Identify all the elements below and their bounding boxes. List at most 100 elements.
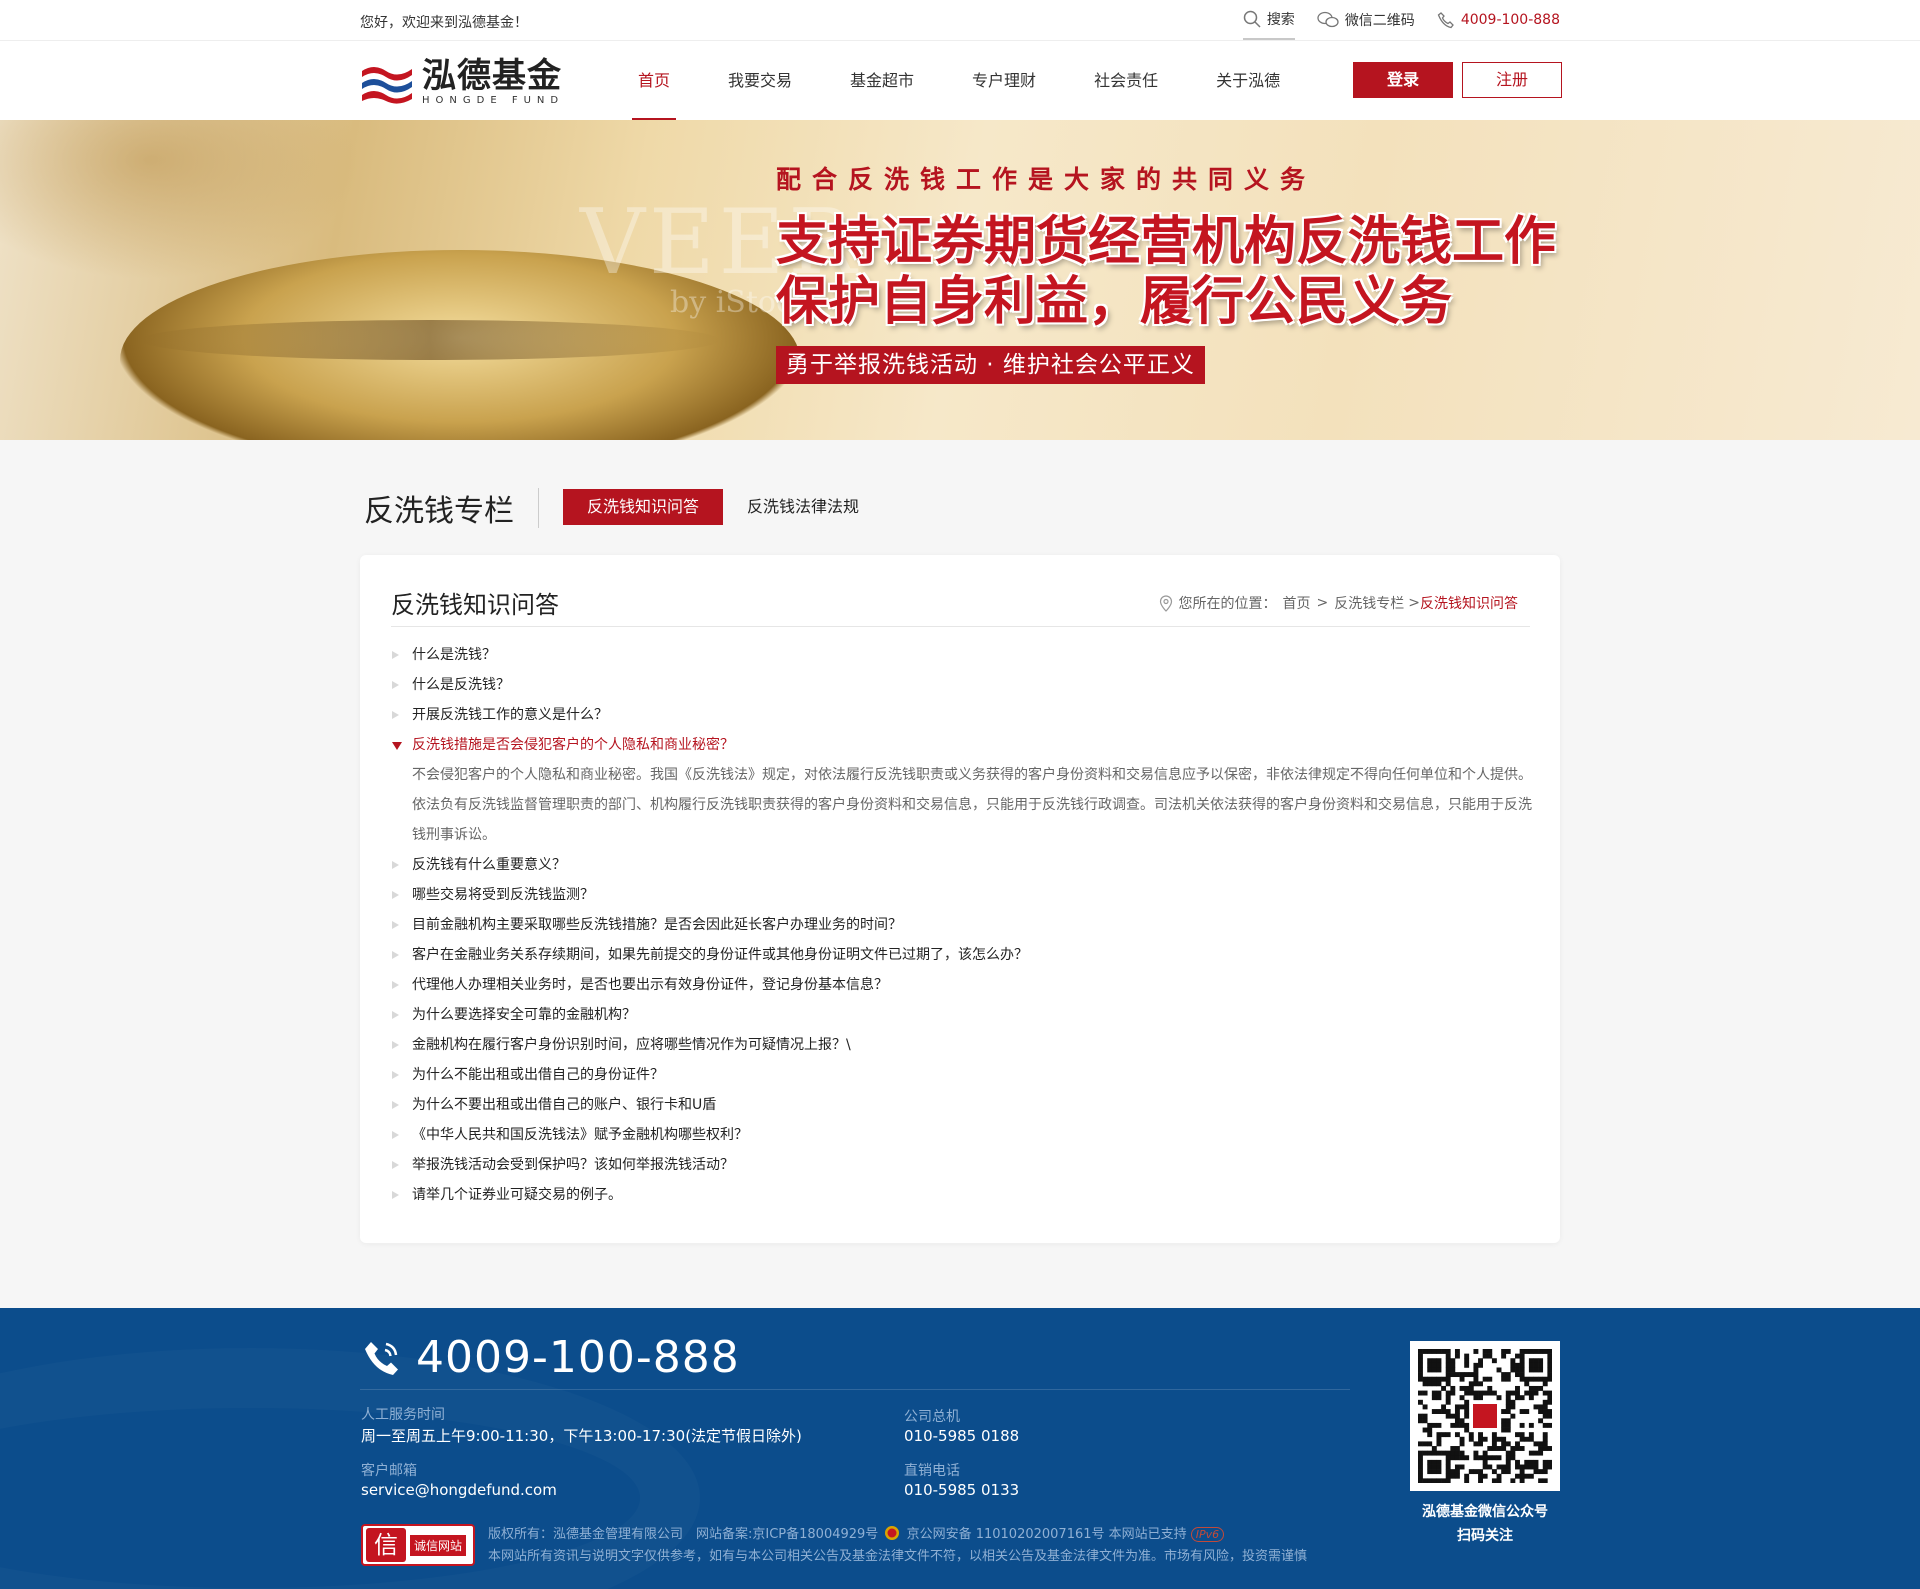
qa-question-text: 反洗钱措施是否会侵犯客户的个人隐私和商业秘密？ (412, 737, 734, 753)
email-address[interactable]: service@hongdefund.com (361, 1481, 557, 1499)
qa-question[interactable]: 代理他人办理相关业务时，是否也要出示有效身份证件，登记身份基本信息？ (392, 970, 1532, 1000)
logo-name: 泓德基金 (422, 56, 562, 96)
police-emblem-icon (885, 1526, 900, 1540)
footer-divider (360, 1389, 1350, 1390)
footer-hotline: 4009-100-888 (362, 1332, 740, 1383)
register-button[interactable]: 注册 (1462, 62, 1562, 98)
login-button[interactable]: 登录 (1353, 62, 1453, 98)
nav-trade[interactable]: 我要交易 (728, 41, 792, 121)
qa-question[interactable]: 为什么不能出租或出借自己的身份证件？ (392, 1060, 1532, 1090)
qa-question-text: 开展反洗钱工作的意义是什么？ (412, 707, 608, 723)
qr-caption-line2: 扫码关注 (1457, 1528, 1513, 1544)
qa-question[interactable]: 为什么要选择安全可靠的金融机构？ (392, 1000, 1532, 1030)
triangle-right-icon (392, 1071, 399, 1079)
qa-question[interactable]: 《中华人民共和国反洗钱法》赋予金融机构哪些权利？ (392, 1120, 1532, 1150)
trust-site-badge[interactable]: 信 诚信网站 (361, 1524, 475, 1566)
qa-question[interactable]: 哪些交易将受到反洗钱监测？ (392, 880, 1532, 910)
qa-question[interactable]: 什么是洗钱？ (392, 640, 1532, 670)
copyright-text: 版权所有：泓德基金管理有限公司 网站备案:京ICP备18004929号 (488, 1527, 879, 1542)
nav-fund-market[interactable]: 基金超市 (850, 41, 914, 121)
breadcrumb-sep-1: > (1316, 595, 1329, 611)
wechat-label: 微信二维码 (1344, 13, 1415, 29)
copyright-line: 版权所有：泓德基金管理有限公司 网站备案:京ICP备18004929号 京公网安… (488, 1524, 1307, 1546)
direct-phone-label: 直销电话 (904, 1463, 960, 1479)
qa-question-text: 目前金融机构主要采取哪些反洗钱措施？是否会因此延长客户办理业务的时间？ (412, 917, 902, 933)
search-icon (1243, 10, 1261, 28)
qa-question-text: 什么是反洗钱？ (412, 677, 510, 693)
triangle-down-icon (392, 742, 402, 750)
location-pin-icon (1159, 594, 1172, 612)
ipv6-badge: IPv6 (1190, 1527, 1225, 1542)
police-record: 京公网安备 11010202007161号 本网站已支持 (906, 1527, 1187, 1542)
section-divider (538, 488, 539, 528)
service-time-label: 人工服务时间 (361, 1407, 445, 1423)
qa-question[interactable]: 请举几个证券业可疑交易的例子。 (392, 1180, 1532, 1210)
qa-question[interactable]: 反洗钱有什么重要意义？ (392, 850, 1532, 880)
nav-home[interactable]: 首页 (631, 41, 677, 121)
qa-question[interactable]: 反洗钱措施是否会侵犯客户的个人隐私和商业秘密？ (392, 730, 1532, 760)
qa-question-text: 金融机构在履行客户身份识别时间，应将哪些情况作为可疑情况上报？\ (412, 1037, 851, 1053)
logo[interactable]: 泓德基金 HONGDE FUND (360, 59, 564, 106)
qa-question-text: 反洗钱有什么重要意义？ (412, 857, 566, 873)
card-divider (391, 626, 1530, 627)
breadcrumb-home[interactable]: 首页 (1283, 593, 1311, 613)
triangle-right-icon (392, 1101, 399, 1109)
hotline: 4009-100-888 (1437, 0, 1560, 40)
banner-headline-line1: 支持证券期货经营机构反洗钱工作 (776, 212, 1557, 272)
nav-about[interactable]: 关于泓德 (1216, 41, 1280, 121)
triangle-right-icon (392, 981, 399, 989)
qr-caption-line1: 泓德基金微信公众号 (1422, 1504, 1548, 1520)
welcome-text: 您好，欢迎来到泓德基金！ (360, 15, 528, 31)
qa-question[interactable]: 什么是反洗钱？ (392, 670, 1532, 700)
footer: 4009-100-888 人工服务时间 周一至周五上午9:00-11:30，下午… (0, 1308, 1920, 1589)
wechat-qr-link[interactable]: 微信二维码 (1317, 0, 1415, 40)
banner-coin-edge (140, 320, 720, 360)
triangle-right-icon (392, 1131, 399, 1139)
qa-answer: 不会侵犯客户的个人隐私和商业秘密。我国《反洗钱法》规定，对依法履行反洗钱职责或义… (412, 767, 1532, 843)
search-label: 搜索 (1266, 12, 1295, 28)
qa-question-text: 哪些交易将受到反洗钱监测？ (412, 887, 594, 903)
qa-question[interactable]: 开展反洗钱工作的意义是什么？ (392, 700, 1532, 730)
banner-headline-line2: 保护自身利益，履行公民义务 (776, 272, 1453, 332)
phone-icon (1437, 12, 1454, 29)
tab-laws[interactable]: 反洗钱法律法规 (747, 489, 859, 525)
qa-card: 反洗钱知识问答 您所在的位置： 首页 > 反洗钱专栏 > 反洗钱知识问答 什么是… (360, 555, 1560, 1243)
top-bar: 您好，欢迎来到泓德基金！ 搜索 微信二维码 4009-100-888 (0, 0, 1920, 40)
triangle-right-icon (392, 861, 399, 869)
triangle-right-icon (392, 921, 399, 929)
breadcrumb-current: 反洗钱知识问答 (1420, 596, 1518, 612)
wechat-qr-code (1410, 1341, 1560, 1491)
hq-phone-label: 公司总机 (904, 1409, 960, 1425)
qa-question[interactable]: 金融机构在履行客户身份识别时间，应将哪些情况作为可疑情况上报？\ (392, 1030, 1532, 1060)
triangle-right-icon (392, 651, 399, 659)
direct-phone: 010-5985 0133 (904, 1481, 1020, 1499)
breadcrumb: 您所在的位置： 首页 > 反洗钱专栏 > 反洗钱知识问答 (1159, 593, 1518, 613)
qa-question-text: 《中华人民共和国反洗钱法》赋予金融机构哪些权利？ (412, 1127, 748, 1143)
nav-private-wealth[interactable]: 专户理财 (972, 41, 1036, 121)
triangle-right-icon (392, 681, 399, 689)
triangle-right-icon (392, 951, 399, 959)
footer-phone-number: 4009-100-888 (416, 1332, 740, 1383)
qa-question-text: 为什么不能出租或出借自己的身份证件？ (412, 1067, 664, 1083)
triangle-right-icon (392, 711, 399, 719)
qa-question[interactable]: 举报洗钱活动会受到保护吗？该如何举报洗钱活动？ (392, 1150, 1532, 1180)
banner-tagline: 勇于举报洗钱活动 · 维护社会公平正义 (776, 346, 1205, 384)
qa-question[interactable]: 客户在金融业务关系存续期间，如果先前提交的身份证件或其他身份证明文件已过期了，该… (392, 940, 1532, 970)
qa-question-text: 什么是洗钱？ (412, 647, 496, 663)
tab-qa[interactable]: 反洗钱知识问答 (563, 489, 723, 525)
qa-question[interactable]: 目前金融机构主要采取哪些反洗钱措施？是否会因此延长客户办理业务的时间？ (392, 910, 1532, 940)
hero-banner: VEER by iStock 配合反洗钱工作是大家的共同义务 支持证券期货经营机… (0, 120, 1920, 440)
qa-question[interactable]: 为什么不要出租或出借自己的账户、银行卡和U盾 (392, 1090, 1532, 1120)
search-link[interactable]: 搜索 (1242, 0, 1295, 40)
hotline-number: 4009-100-888 (1460, 12, 1560, 28)
breadcrumb-label: 您所在的位置： (1178, 596, 1277, 612)
banner-blur (0, 120, 360, 280)
top-links: 搜索 微信二维码 4009-100-888 (1221, 0, 1560, 40)
triangle-right-icon (392, 1011, 399, 1019)
main-header: 泓德基金 HONGDE FUND 首页 我要交易 基金超市 专户理财 社会责任 … (0, 40, 1920, 121)
breadcrumb-column[interactable]: 反洗钱专栏 (1334, 593, 1404, 613)
triangle-right-icon (392, 1041, 399, 1049)
logo-mark-icon (362, 66, 412, 104)
nav-social-responsibility[interactable]: 社会责任 (1094, 41, 1158, 121)
trust-badge-text: 诚信网站 (410, 1534, 467, 1556)
